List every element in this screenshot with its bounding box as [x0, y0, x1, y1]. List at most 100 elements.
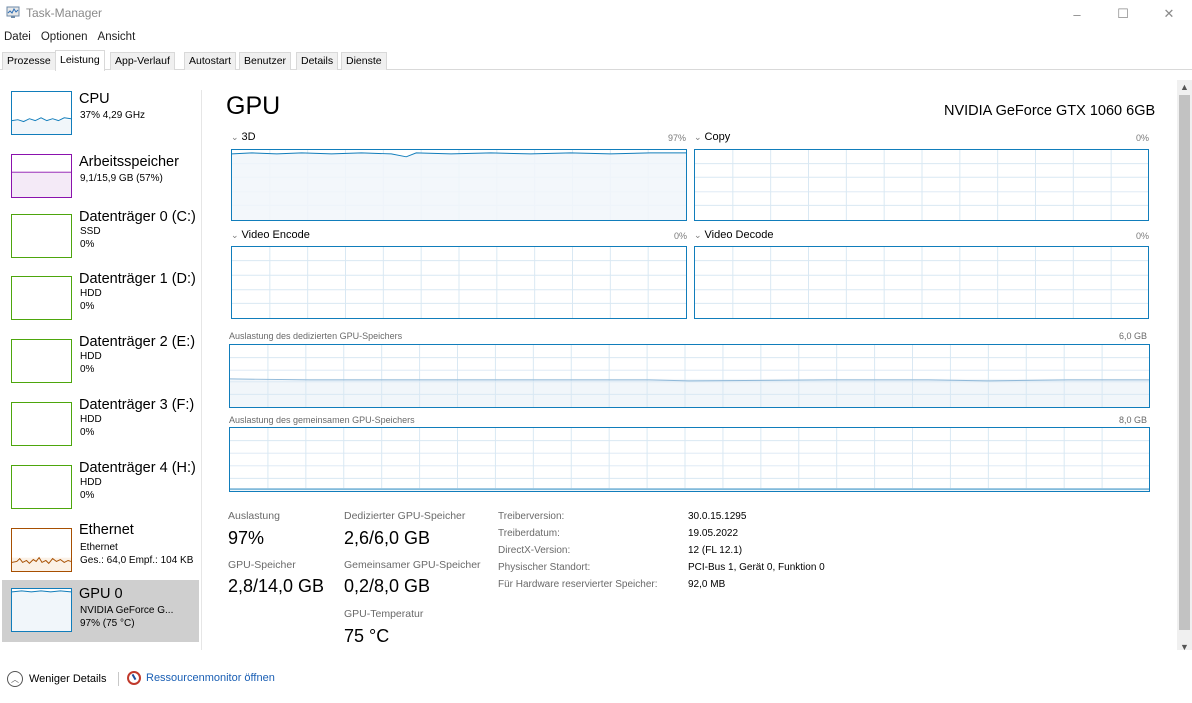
tab-leistung[interactable]: Leistung [55, 50, 105, 71]
engine-selector-video-decode[interactable]: ⌄ Video Decode [694, 229, 773, 241]
sidebar-item-datentraeger-2[interactable]: Datenträger 2 (E:) HDD 0% [2, 331, 199, 393]
menu-datei[interactable]: Datei [0, 28, 36, 46]
sidebar-item-cpu[interactable]: CPU 37% 4,29 GHz [2, 83, 199, 145]
dedicated-memory-max: 6,0 GB [1119, 331, 1148, 341]
info-key: Treiberversion: [498, 511, 565, 522]
chevron-down-icon: ⌄ [694, 132, 702, 142]
gpu-model-name: NVIDIA GeForce GTX 1060 6GB [944, 103, 1156, 119]
page-title: GPU [226, 92, 281, 120]
sidebar-item-label: Datenträger 0 (C:) [79, 209, 196, 225]
info-value: 12 (FL 12.1) [688, 545, 743, 556]
engine-selector-3d[interactable]: ⌄ 3D [231, 131, 256, 143]
sidebar-item-datentraeger-0[interactable]: Datenträger 0 (C:) SSD 0% [2, 206, 199, 268]
graph-shared-memory [229, 427, 1150, 492]
sidebar-item-label: Datenträger 2 (E:) [79, 334, 196, 350]
disk-thumbnail-graph [11, 214, 72, 258]
sidebar-item-type: SSD [80, 226, 101, 237]
info-value: 30.0.15.1295 [688, 511, 747, 522]
menu-ansicht[interactable]: Ansicht [93, 28, 141, 46]
sidebar-item-label: Ethernet [79, 522, 134, 538]
tab-details[interactable]: Details [296, 52, 339, 70]
menu-optionen[interactable]: Optionen [36, 28, 93, 46]
graph-video-encode [231, 246, 687, 319]
memory-thumbnail-graph [11, 154, 72, 198]
info-key: Physischer Standort: [498, 562, 591, 573]
utilization-value: 97% [228, 528, 265, 548]
gpu-temperature-label: GPU-Temperatur [344, 608, 424, 620]
gpu-memory-label: GPU-Speicher [228, 559, 296, 571]
info-value: 92,0 MB [688, 579, 726, 590]
gpu-thumbnail-graph [11, 588, 72, 632]
disk-thumbnail-graph [11, 465, 72, 509]
sidebar-item-detail: 37% 4,29 GHz [80, 110, 146, 121]
shared-memory-max: 8,0 GB [1119, 415, 1148, 425]
disk-thumbnail-graph [11, 402, 72, 446]
disk-thumbnail-graph [11, 339, 72, 383]
ethernet-thumbnail-graph [11, 528, 72, 572]
engine-label: Copy [704, 131, 731, 143]
maximize-button[interactable]: ☐ [1100, 0, 1146, 28]
scroll-up-arrow-icon[interactable]: ▲ [1179, 80, 1190, 94]
sidebar-item-label: GPU 0 [79, 586, 123, 602]
close-button[interactable]: ✕ [1146, 0, 1192, 28]
sidebar-item-detail: 0% [80, 301, 95, 312]
sidebar-item-datentraeger-4[interactable]: Datenträger 4 (H:) HDD 0% [2, 457, 199, 519]
sidebar-item-label: Datenträger 4 (H:) [79, 460, 196, 476]
resource-monitor-link[interactable]: Ressourcenmonitor öffnen [127, 671, 275, 685]
sidebar-item-type: Ethernet [80, 542, 118, 553]
dedicated-memory-stat-value: 2,6/6,0 GB [344, 528, 431, 548]
shared-memory-stat-value: 0,2/8,0 GB [344, 576, 431, 596]
engine-percent: 97% [668, 133, 687, 143]
shared-memory-stat-label: Gemeinsamer GPU-Speicher [344, 559, 481, 571]
graph-dedicated-memory [229, 344, 1150, 408]
sidebar-item-label: Datenträger 1 (D:) [79, 271, 196, 287]
gpu-temperature-value: 75 °C [344, 626, 390, 646]
sidebar-item-label: Datenträger 3 (F:) [79, 397, 195, 413]
sidebar-item-ethernet[interactable]: Ethernet Ethernet Ges.: 64,0 Empf.: 104 … [2, 520, 199, 582]
menu-bar: Datei Optionen Ansicht [0, 28, 140, 46]
title-bar: Task-Manager – ☐ ✕ [0, 0, 1192, 28]
graph-3d [231, 149, 687, 221]
info-key: Für Hardware reservierter Speicher: [498, 579, 658, 590]
tab-autostart[interactable]: Autostart [184, 52, 237, 70]
info-value: 19.05.2022 [688, 528, 739, 539]
fewer-details-button[interactable]: ︿ Weniger Details [7, 671, 106, 687]
tab-bar: Prozesse Leistung App-Verlauf Autostart … [0, 50, 1192, 71]
chevron-up-circle-icon: ︿ [7, 671, 23, 687]
engine-percent: 0% [674, 231, 688, 241]
engine-selector-copy[interactable]: ⌄ Copy [694, 131, 730, 143]
task-manager-icon [6, 6, 20, 18]
sidebar-item-detail: Ges.: 64,0 Empf.: 104 KB [80, 555, 194, 566]
footer-bar: ︿ Weniger Details Ressourcenmonitor öffn… [0, 668, 600, 690]
engine-label: Video Decode [704, 229, 774, 241]
sidebar-item-detail: 9,1/15,9 GB (57%) [80, 173, 163, 184]
engine-selector-video-encode[interactable]: ⌄ Video Encode [231, 229, 310, 241]
gpu-memory-value: 2,8/14,0 GB [228, 576, 325, 596]
scroll-down-arrow-icon[interactable]: ▼ [1179, 640, 1190, 654]
sidebar-item-type: NVIDIA GeForce G... [80, 605, 174, 616]
sidebar-item-label: CPU [79, 91, 110, 107]
sidebar-item-datentraeger-1[interactable]: Datenträger 1 (D:) HDD 0% [2, 268, 199, 330]
tab-dienste[interactable]: Dienste [341, 52, 387, 70]
sidebar-item-gpu-0[interactable]: GPU 0 NVIDIA GeForce G... 97% (75 °C) [2, 580, 199, 642]
tab-prozesse[interactable]: Prozesse [2, 52, 56, 70]
disk-thumbnail-graph [11, 276, 72, 320]
resource-monitor-label: Ressourcenmonitor öffnen [146, 672, 275, 684]
resource-monitor-icon [127, 671, 141, 685]
chevron-down-icon: ⌄ [231, 132, 239, 142]
utilization-label: Auslastung [228, 510, 280, 522]
minimize-button[interactable]: – [1054, 0, 1100, 28]
engine-label: Video Encode [241, 229, 310, 241]
scrollbar-thumb[interactable] [1179, 95, 1190, 630]
footer-divider [118, 672, 119, 686]
tab-app-verlauf[interactable]: App-Verlauf [110, 52, 175, 70]
info-value: PCI-Bus 1, Gerät 0, Funktion 0 [688, 562, 825, 573]
info-key: DirectX-Version: [498, 545, 571, 556]
dedicated-memory-stat-label: Dedizierter GPU-Speicher [344, 510, 466, 522]
tab-benutzer[interactable]: Benutzer [239, 52, 292, 70]
sidebar-item-datentraeger-3[interactable]: Datenträger 3 (F:) HDD 0% [2, 394, 199, 456]
window-title: Task-Manager [26, 6, 103, 20]
sidebar-item-detail: 0% [80, 239, 95, 250]
sidebar-item-arbeitsspeicher[interactable]: Arbeitsspeicher 9,1/15,9 GB (57%) [2, 146, 199, 208]
sidebar-item-label: Arbeitsspeicher [79, 154, 179, 170]
